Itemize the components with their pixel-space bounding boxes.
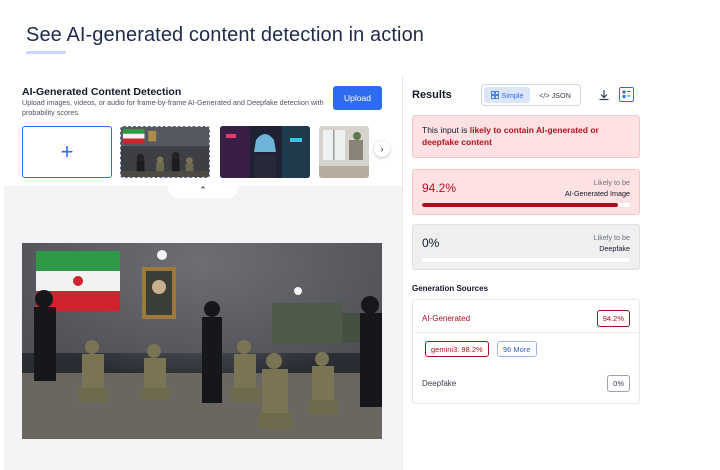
sample-thumbnail-interior[interactable] xyxy=(319,126,369,178)
sample-thumbnail-portrait[interactable] xyxy=(220,126,310,178)
model-chip-gemini[interactable]: gemini3: 98.2% xyxy=(425,341,489,357)
ai-generated-score-card: 94.2% Likely to be AI-Generated Image xyxy=(412,169,640,215)
deepfake-source-label: Deepfake xyxy=(422,379,457,388)
panel-divider xyxy=(402,76,403,470)
ai-generated-source-label: AI-Generated xyxy=(422,314,471,323)
more-models-chip[interactable]: 96 More xyxy=(497,341,537,357)
deepfake-score-card: 0% Likely to be Deepfake xyxy=(412,224,640,270)
verdict-prefix: This input is xyxy=(422,125,470,135)
generation-sources-box: AI-Generated 94.2% gemini3: 98.2% 96 Mor… xyxy=(412,299,640,404)
generation-sources-title: Generation Sources xyxy=(412,284,489,293)
view-simple-label: Simple xyxy=(501,90,524,100)
verdict-alert: This input is likely to contain AI-gener… xyxy=(412,115,640,158)
ai-score-caption-main: AI-Generated Image xyxy=(564,189,630,198)
upload-button[interactable]: Upload xyxy=(333,86,382,110)
panel-description: Upload images, videos, or audio for fram… xyxy=(22,98,324,117)
view-json-label: </> JSON xyxy=(539,90,571,100)
view-json-button[interactable]: </> JSON xyxy=(532,87,578,103)
ai-score-caption-top: Likely to be xyxy=(593,178,630,187)
deepfake-score-caption-main: Deepfake xyxy=(599,244,630,253)
results-title: Results xyxy=(412,89,452,101)
layout-icon xyxy=(622,90,631,98)
chevron-up-icon: ⌃ xyxy=(199,184,207,195)
soldiers-thumbnail-image xyxy=(121,127,209,177)
panel-heading: AI-Generated Content Detection xyxy=(22,86,182,98)
deepfake-score-bar xyxy=(422,258,630,262)
add-file-tile[interactable]: + xyxy=(22,126,112,178)
interior-thumbnail-image xyxy=(319,126,369,178)
ai-score-caption: Likely to be AI-Generated Image xyxy=(565,177,630,199)
deepfake-score-caption: Likely to be Deepfake xyxy=(594,232,630,254)
portrait-thumbnail-image xyxy=(220,126,310,178)
collapse-toggle[interactable]: ⌃ xyxy=(168,182,238,198)
plus-icon: + xyxy=(60,139,74,164)
view-simple-button[interactable]: Simple xyxy=(484,87,530,103)
layout-toggle-button[interactable] xyxy=(619,87,634,102)
grid-icon xyxy=(490,91,499,99)
ai-score-bar xyxy=(422,203,630,207)
ai-score-bar-fill xyxy=(422,203,618,207)
page-title: See AI-generated content detection in ac… xyxy=(26,24,425,46)
next-thumbnails-button[interactable]: › xyxy=(374,141,390,157)
analyzed-image xyxy=(22,243,382,439)
deepfake-score-caption-top: Likely to be xyxy=(593,233,630,242)
deepfake-source-badge: 0% xyxy=(607,375,630,392)
view-toggle: Simple </> JSON xyxy=(481,84,581,106)
chevron-right-icon: › xyxy=(380,144,384,154)
analyzed-image-illustration xyxy=(22,243,382,439)
sources-separator xyxy=(413,332,639,333)
ai-score-value: 94.2% xyxy=(422,181,457,195)
title-underline xyxy=(26,51,66,54)
download-icon[interactable] xyxy=(598,89,610,101)
sample-thumbnail-soldiers[interactable] xyxy=(120,126,210,178)
deepfake-score-value: 0% xyxy=(422,236,440,250)
ai-generated-source-badge: 94.2% xyxy=(596,310,630,327)
